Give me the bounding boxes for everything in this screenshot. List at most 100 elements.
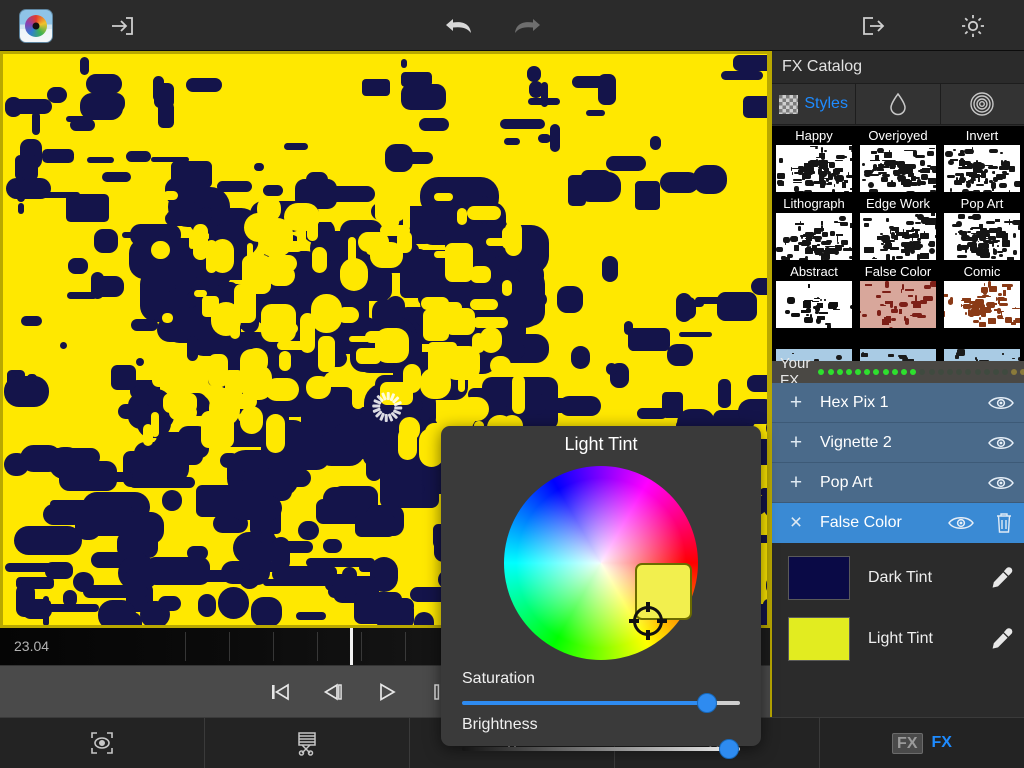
thumbnail-speck: [919, 233, 929, 239]
frame-blob: [557, 286, 583, 313]
fx-layer-row[interactable]: × False Color: [772, 503, 1024, 543]
saturation-knob[interactable]: [696, 693, 717, 713]
frame-highlight: [229, 382, 237, 411]
fx-layer-action[interactable]: +: [772, 471, 820, 495]
thumbnail-speck: [868, 189, 878, 192]
brightness-slider-group: Brightness: [462, 716, 740, 759]
thumbnail-speck: [903, 164, 911, 167]
thumbnail-speck: [1004, 221, 1014, 224]
frame-highlight: [279, 351, 292, 371]
undo-button[interactable]: [437, 0, 481, 51]
fx-layer-visibility-button[interactable]: [978, 434, 1024, 452]
thumbnail-speck: [972, 214, 982, 220]
tab-fx[interactable]: FX FX: [820, 718, 1024, 768]
frame-highlight: [379, 225, 411, 237]
thumbnail-speck: [885, 281, 890, 288]
catalog-item[interactable]: [856, 330, 940, 361]
color-marker-crosshair[interactable]: [628, 602, 667, 641]
tint-color-swatch[interactable]: [788, 555, 850, 600]
skip-to-start-button[interactable]: [260, 677, 300, 707]
import-button[interactable]: [100, 0, 144, 51]
tint-row[interactable]: Light Tint: [772, 608, 1024, 669]
fx-catalog-grid[interactable]: Happy Overjoyed Invert Lithograph Edge Work P…: [772, 126, 1024, 361]
brightness-knob[interactable]: [718, 739, 739, 759]
settings-button[interactable]: [951, 0, 995, 51]
frame-blob: [86, 73, 123, 94]
tab-focus[interactable]: [0, 718, 205, 768]
thumbnail-speck: [929, 240, 935, 247]
catalog-item[interactable]: Comic: [940, 262, 1024, 330]
thumbnail-speck: [888, 150, 890, 156]
fx-layer-action[interactable]: +: [772, 431, 820, 455]
fx-layer-visibility-button[interactable]: [938, 514, 984, 532]
saturation-slider[interactable]: [462, 693, 740, 713]
catalog-tab-styles[interactable]: Styles: [772, 84, 857, 124]
fx-layer-action[interactable]: +: [772, 391, 820, 415]
frame-blob: [187, 336, 199, 362]
color-wheel[interactable]: [504, 466, 698, 660]
export-button[interactable]: [851, 0, 895, 51]
thumbnail-speck: [993, 182, 997, 188]
redo-button[interactable]: [505, 0, 549, 51]
fx-layer-delete-button[interactable]: [984, 511, 1024, 535]
fx-layer-row[interactable]: + Vignette 2: [772, 423, 1024, 463]
tint-color-swatch[interactable]: [788, 616, 850, 661]
crosshair-bar-left: [628, 619, 639, 624]
thumbnail-speck: [960, 230, 966, 236]
frame-blob: [42, 603, 99, 612]
thumbnail-speck: [957, 255, 968, 259]
fx-layer-row[interactable]: + Hex Pix 1: [772, 383, 1024, 423]
fx-layer-row[interactable]: + Pop Art: [772, 463, 1024, 503]
tint-eyedropper-button[interactable]: [980, 626, 1024, 652]
fx-layer-visibility-button[interactable]: [978, 474, 1024, 492]
frame-blob: [198, 593, 216, 617]
frame-blob: [692, 164, 728, 194]
tint-row[interactable]: Dark Tint: [772, 547, 1024, 608]
catalog-tab-distort[interactable]: [941, 84, 1024, 124]
fx-layer-visibility-button[interactable]: [978, 394, 1024, 412]
play-button[interactable]: [367, 677, 407, 707]
frame-blob: [363, 437, 387, 467]
catalog-tab-color[interactable]: [856, 84, 941, 124]
catalog-item[interactable]: Lithograph: [772, 194, 856, 262]
frame-blob: [499, 119, 546, 129]
thumbnail-speck: [906, 190, 916, 192]
catalog-item-thumbnail: [776, 213, 852, 260]
thumbnail-speck: [882, 304, 886, 307]
timeline-playhead[interactable]: [350, 628, 354, 665]
step-back-button[interactable]: [313, 677, 353, 707]
catalog-item[interactable]: Pop Art: [940, 194, 1024, 262]
frame-blob: [601, 256, 618, 283]
catalog-item[interactable]: Invert: [940, 126, 1024, 194]
frame-blob: [747, 375, 767, 392]
light-tint-dialog[interactable]: Light Tint Saturation Brightness: [441, 426, 761, 759]
thumbnail-speck: [934, 235, 936, 239]
thumbnail-speck: [928, 147, 935, 149]
thumbnail-speck: [905, 289, 915, 291]
catalog-item[interactable]: Abstract: [772, 262, 856, 330]
thumbnail-speck: [1014, 180, 1020, 187]
your-fx-list[interactable]: + Hex Pix 1 + Vignette 2 + Pop Art × False C…: [772, 383, 1024, 543]
catalog-item[interactable]: False Color: [856, 262, 940, 330]
thumbnail-speck: [817, 239, 822, 242]
thumbnail-speck: [817, 297, 819, 300]
catalog-item[interactable]: Happy: [772, 126, 856, 194]
frame-blob: [323, 538, 342, 553]
fx-layer-action[interactable]: ×: [772, 511, 820, 535]
catalog-item[interactable]: Overjoyed: [856, 126, 940, 194]
tint-controls[interactable]: Dark Tint Light Tint: [772, 547, 1024, 669]
skip-to-start-icon: [272, 683, 289, 701]
tab-trim[interactable]: [205, 718, 410, 768]
frame-blob: [14, 526, 82, 556]
eyedropper-icon: [992, 566, 1013, 588]
catalog-item[interactable]: Edge Work: [856, 194, 940, 262]
frame-blob: [571, 346, 591, 369]
catalog-item[interactable]: [940, 330, 1024, 361]
thumbnail-speck: [988, 148, 999, 154]
thumbnail-speck: [813, 305, 816, 310]
frame-blob: [362, 79, 391, 96]
thumbnail-speck: [973, 320, 980, 323]
tint-eyedropper-button[interactable]: [980, 565, 1024, 591]
brightness-slider[interactable]: [462, 739, 740, 759]
app-logo-button[interactable]: [16, 0, 56, 51]
